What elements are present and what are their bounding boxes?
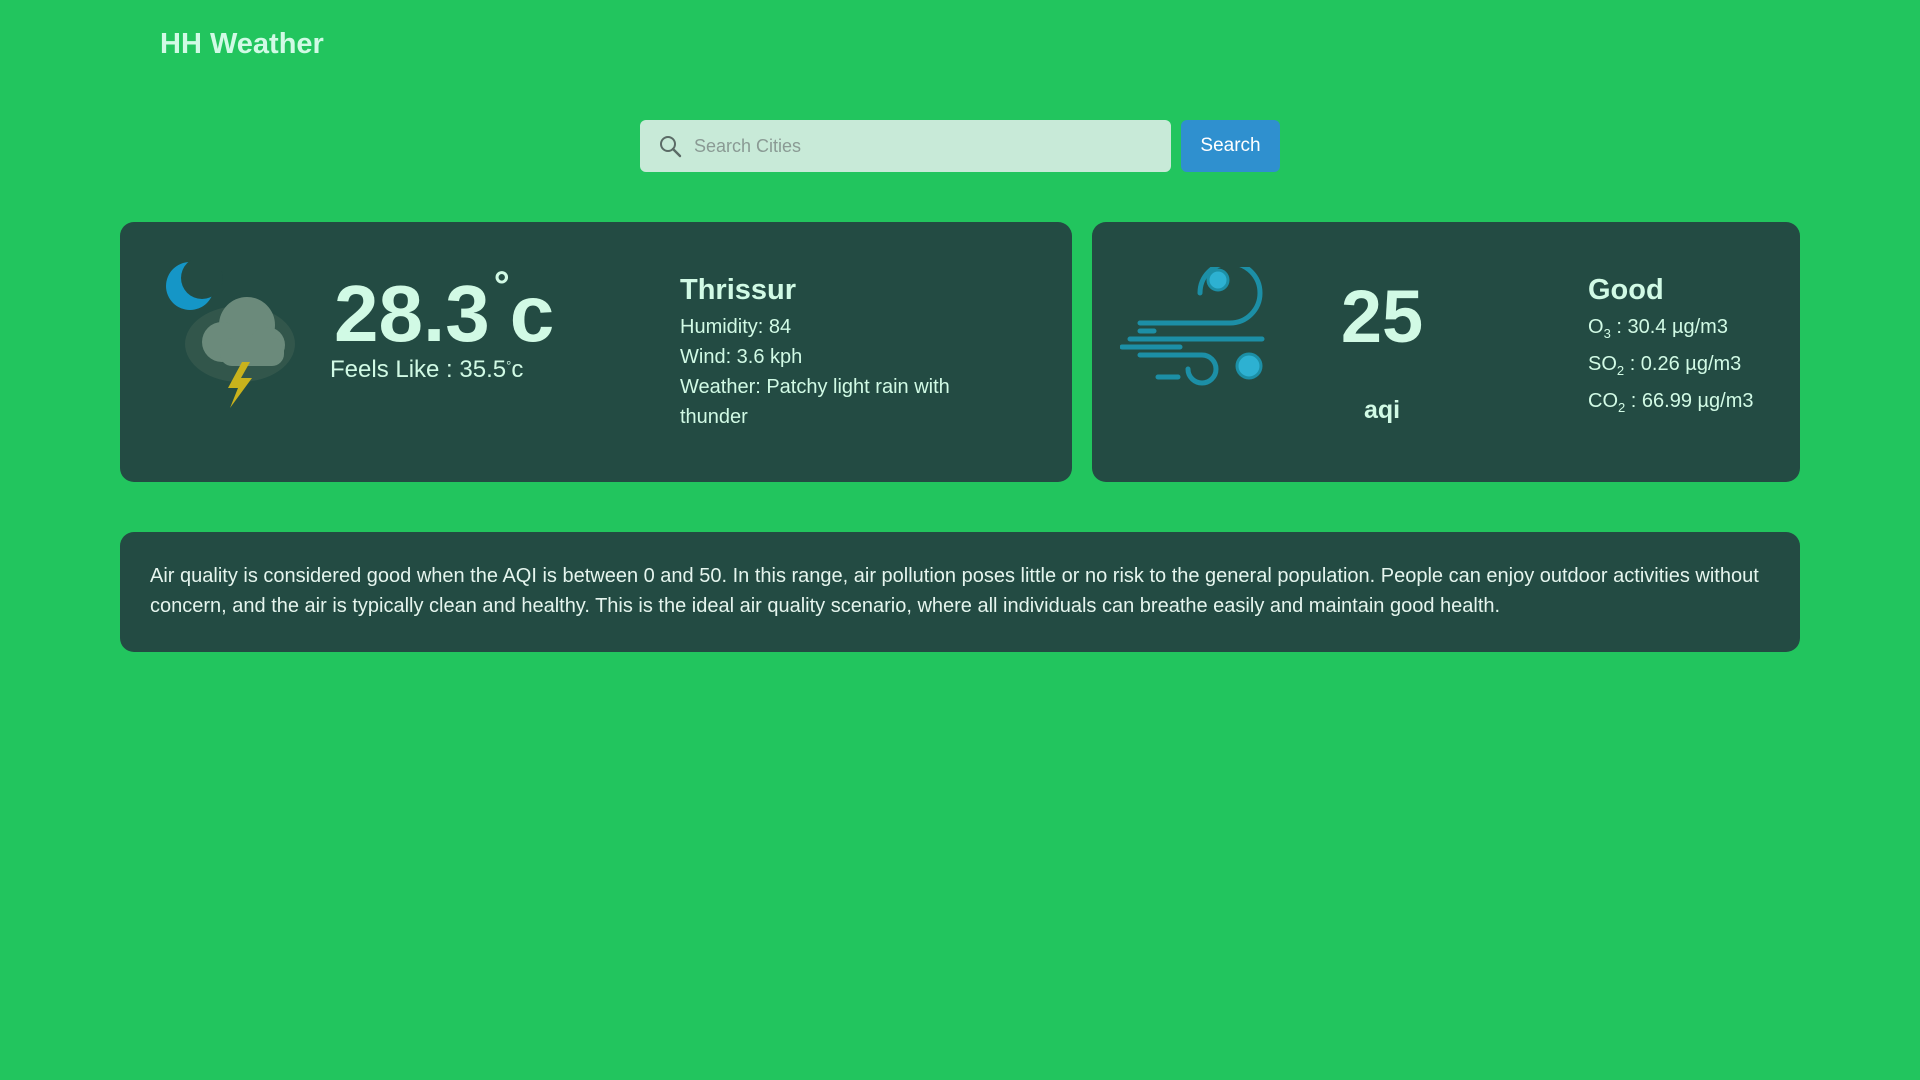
- search-input[interactable]: [692, 134, 1152, 158]
- air-quality-card: 25 aqi Good O3 : 30.4 µg/m3 SO2 : 0.26 µ…: [1092, 222, 1800, 482]
- so2-reading: SO2 : 0.26 µg/m3: [1588, 353, 1742, 378]
- search-button[interactable]: Search: [1181, 120, 1280, 172]
- app-title: HH Weather: [160, 28, 324, 60]
- pollutant-details: Good O3 : 30.4 µg/m3 SO2 : 0.26 µg/m3 CO…: [1588, 274, 1778, 423]
- aqi-description: Air quality is considered good when the …: [150, 565, 1759, 617]
- humidity: Humidity: 84: [680, 316, 792, 338]
- weather-condition: Weather: Patchy light rain with thunder: [680, 376, 950, 428]
- search-box[interactable]: [640, 120, 1171, 172]
- weather-card: 28.3 °c Feels Like : 35.5°c Thrissur Humi…: [120, 222, 1072, 482]
- night-thunder-cloud-icon: [162, 257, 302, 415]
- feels-like-unit: c: [511, 356, 524, 383]
- feels-like-label: Feels Like :: [330, 356, 460, 383]
- feels-like-degree: °: [506, 358, 512, 373]
- city-name: Thrissur: [680, 274, 797, 306]
- aqi-value: 25: [1340, 275, 1424, 358]
- city-details: Thrissur Humidity: 84 Wind: 3.6 kph Weat…: [680, 274, 1000, 432]
- temperature: 28.3 °c: [334, 266, 554, 354]
- temperature-unit: c: [509, 269, 555, 358]
- aqi-label: aqi: [1363, 396, 1401, 424]
- o3-reading: O3 : 30.4 µg/m3: [1588, 316, 1728, 341]
- temperature-value: 28.3: [334, 269, 490, 358]
- aqi-status: Good: [1588, 274, 1664, 306]
- search-bar: Search: [640, 120, 1280, 172]
- degree-symbol: °: [493, 264, 510, 308]
- co2-reading: CO2 : 66.99 µg/m3: [1588, 390, 1754, 415]
- wind-icon: [1119, 260, 1286, 402]
- feels-like-value: 35.5: [459, 356, 507, 383]
- search-icon: [660, 136, 682, 158]
- feels-like: Feels Like : 35.5°c: [330, 356, 523, 384]
- wind-speed: Wind: 3.6 kph: [680, 346, 803, 368]
- aqi-description-card: Air quality is considered good when the …: [120, 532, 1800, 652]
